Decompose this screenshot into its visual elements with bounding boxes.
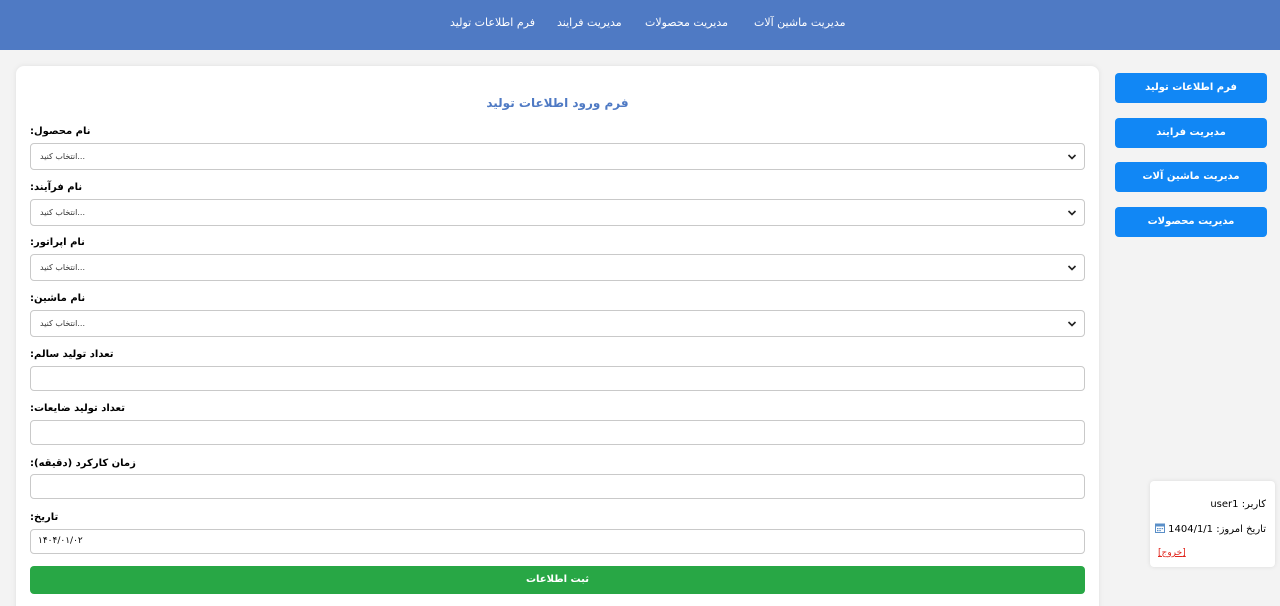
nav-process-link[interactable]: مدیریت فرایند [557,16,622,29]
date-input-value: ۱۴۰۴/۰۱/۰۲ [38,536,83,546]
product-select-value: انتخاب کنید... [40,152,86,161]
product-label: :نام محصول [30,126,91,137]
user-line: کاربر: user1 [1210,499,1266,510]
waste-count-label: :تعداد تولید ضایعات [30,403,125,414]
chevron-down-icon [1067,210,1077,216]
good-count-label: :تعداد تولید سالم [30,349,114,360]
date-input[interactable]: ۱۴۰۴/۰۱/۰۲ [30,529,1085,554]
good-count-input[interactable] [30,366,1085,391]
process-label: :نام فرآیند [30,182,83,193]
work-time-input[interactable] [30,474,1085,499]
chevron-down-icon [1067,321,1077,327]
machine-select[interactable]: انتخاب کنید... [30,310,1085,337]
sidebar-button-products[interactable]: مدیریت محصولات [1115,207,1267,237]
submit-button-label: ثبت اطلاعات [526,574,589,585]
form-title: فرم ورود اطلاعات تولید [486,96,629,110]
machine-select-value: انتخاب کنید... [40,319,86,328]
user-label: کاربر: [1241,499,1266,510]
waste-count-input[interactable] [30,420,1085,445]
submit-button[interactable]: ثبت اطلاعات [30,566,1085,594]
today-date: 1404/1/1 [1168,524,1214,535]
process-select-value: انتخاب کنید... [40,208,86,217]
sidebar-button-production-form[interactable]: فرم اطلاعات تولید [1115,73,1267,103]
operator-label: :نام اپراتور [30,237,85,248]
work-time-label: :زمان کارکرد (دقیقه) [30,458,136,469]
sidebar-button-label: فرم اطلاعات تولید [1145,82,1237,93]
calendar-icon [1154,523,1165,533]
operator-select[interactable]: انتخاب کنید... [30,254,1085,281]
nav-production-form-link[interactable]: فرم اطلاعات تولید [450,16,535,29]
product-select[interactable]: انتخاب کنید... [30,143,1085,170]
user-info-panel: کاربر: user1 تاریخ امروز: 1404/1/1 [خروج… [1150,481,1275,567]
nav-products-link[interactable]: مدیریت محصولات [645,16,728,29]
chevron-down-icon [1067,265,1077,271]
today-label: تاریخ امروز: [1216,524,1266,535]
operator-select-value: انتخاب کنید... [40,263,86,272]
today-line: تاریخ امروز: 1404/1/1 [1152,523,1266,535]
sidebar-button-label: مدیریت فرایند [1156,127,1226,138]
date-label: :تاریخ [30,512,59,523]
sidebar-button-process[interactable]: مدیریت فرایند [1115,118,1267,148]
nav-machines-link[interactable]: مدیریت ماشین آلات [754,16,846,29]
sidebar-button-label: مدیریت ماشین آلات [1142,171,1240,182]
process-select[interactable]: انتخاب کنید... [30,199,1085,226]
chevron-down-icon [1067,154,1077,160]
sidebar-button-machines[interactable]: مدیریت ماشین آلات [1115,162,1267,192]
sidebar-button-label: مدیریت محصولات [1147,216,1235,227]
username: user1 [1210,499,1239,510]
machine-label: :نام ماشین [30,293,86,304]
top-navbar: مدیریت ماشین آلات مدیریت محصولات مدیریت … [0,0,1280,50]
logout-link[interactable]: [خروج] [1158,548,1186,558]
